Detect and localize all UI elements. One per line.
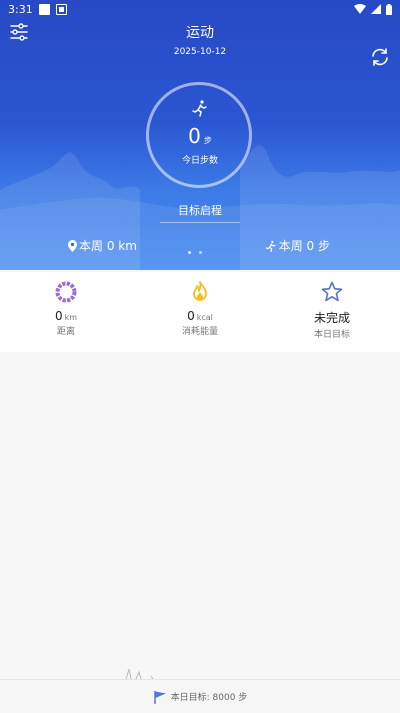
- notification-icon: [38, 3, 50, 15]
- page-dot-2[interactable]: [199, 251, 202, 254]
- date-label[interactable]: 2025-10-12: [0, 47, 400, 57]
- location-pin-icon: [68, 239, 77, 252]
- week-distance: 本周 0 km: [68, 237, 137, 254]
- energy-unit: kcal: [196, 313, 213, 322]
- week-steps: 本周 0 步: [265, 237, 330, 254]
- distance-ring-icon: [55, 281, 77, 303]
- page-title: 运动: [186, 25, 214, 41]
- week-distance-text: 本周 0 km: [79, 239, 137, 253]
- battery-icon: [386, 3, 392, 15]
- status-bar: 3:31: [0, 0, 400, 18]
- hero-panel: 运动 2025-10-12 0步 今日步数 目标启程 本周 0 km 本周 0 …: [0, 0, 400, 270]
- stat-distance[interactable]: 0 km 距离: [21, 280, 111, 337]
- daily-goal-text: 本日目标: 8000 步: [170, 693, 248, 703]
- signal-icon: [371, 4, 381, 14]
- flame-icon: [193, 281, 207, 301]
- distance-value: 0: [54, 309, 63, 323]
- stats-panel: 0 km 距离 0 kcal 消耗能量 未完成 本日目标: [0, 272, 400, 352]
- flag-icon: [153, 690, 166, 704]
- week-steps-text: 本周 0 步: [278, 239, 330, 253]
- stat-daily-goal[interactable]: 未完成 本日目标: [287, 280, 377, 340]
- page-indicator[interactable]: [188, 251, 202, 254]
- energy-label: 消耗能量: [181, 327, 218, 337]
- steps-number: 0: [188, 124, 201, 148]
- page-dot-1[interactable]: [188, 251, 191, 254]
- distance-unit: km: [64, 313, 78, 322]
- steps-label: 今日步数: [181, 156, 218, 166]
- energy-value: 0: [187, 309, 195, 323]
- status-time: 3:31: [8, 2, 33, 16]
- runner-small-icon: [265, 240, 276, 252]
- distance-label: 距离: [56, 327, 75, 337]
- daily-goal-bar[interactable]: 本日目标: 8000 步: [0, 679, 400, 713]
- wifi-icon: [354, 4, 366, 14]
- runner-icon: [192, 100, 207, 117]
- goal-journey-text: 目标启程: [178, 204, 222, 217]
- goal-label: 本日目标: [313, 330, 350, 340]
- steps-value: 0步: [0, 124, 400, 148]
- refresh-icon[interactable]: [369, 46, 391, 68]
- stat-energy[interactable]: 0 kcal 消耗能量: [155, 280, 245, 337]
- decorative-marks: [125, 668, 154, 680]
- notification-icon-2: [55, 3, 67, 15]
- goal-status: 未完成: [313, 311, 350, 325]
- star-outline-icon: [321, 281, 343, 302]
- divider: [160, 222, 240, 223]
- steps-unit: 步: [203, 136, 212, 145]
